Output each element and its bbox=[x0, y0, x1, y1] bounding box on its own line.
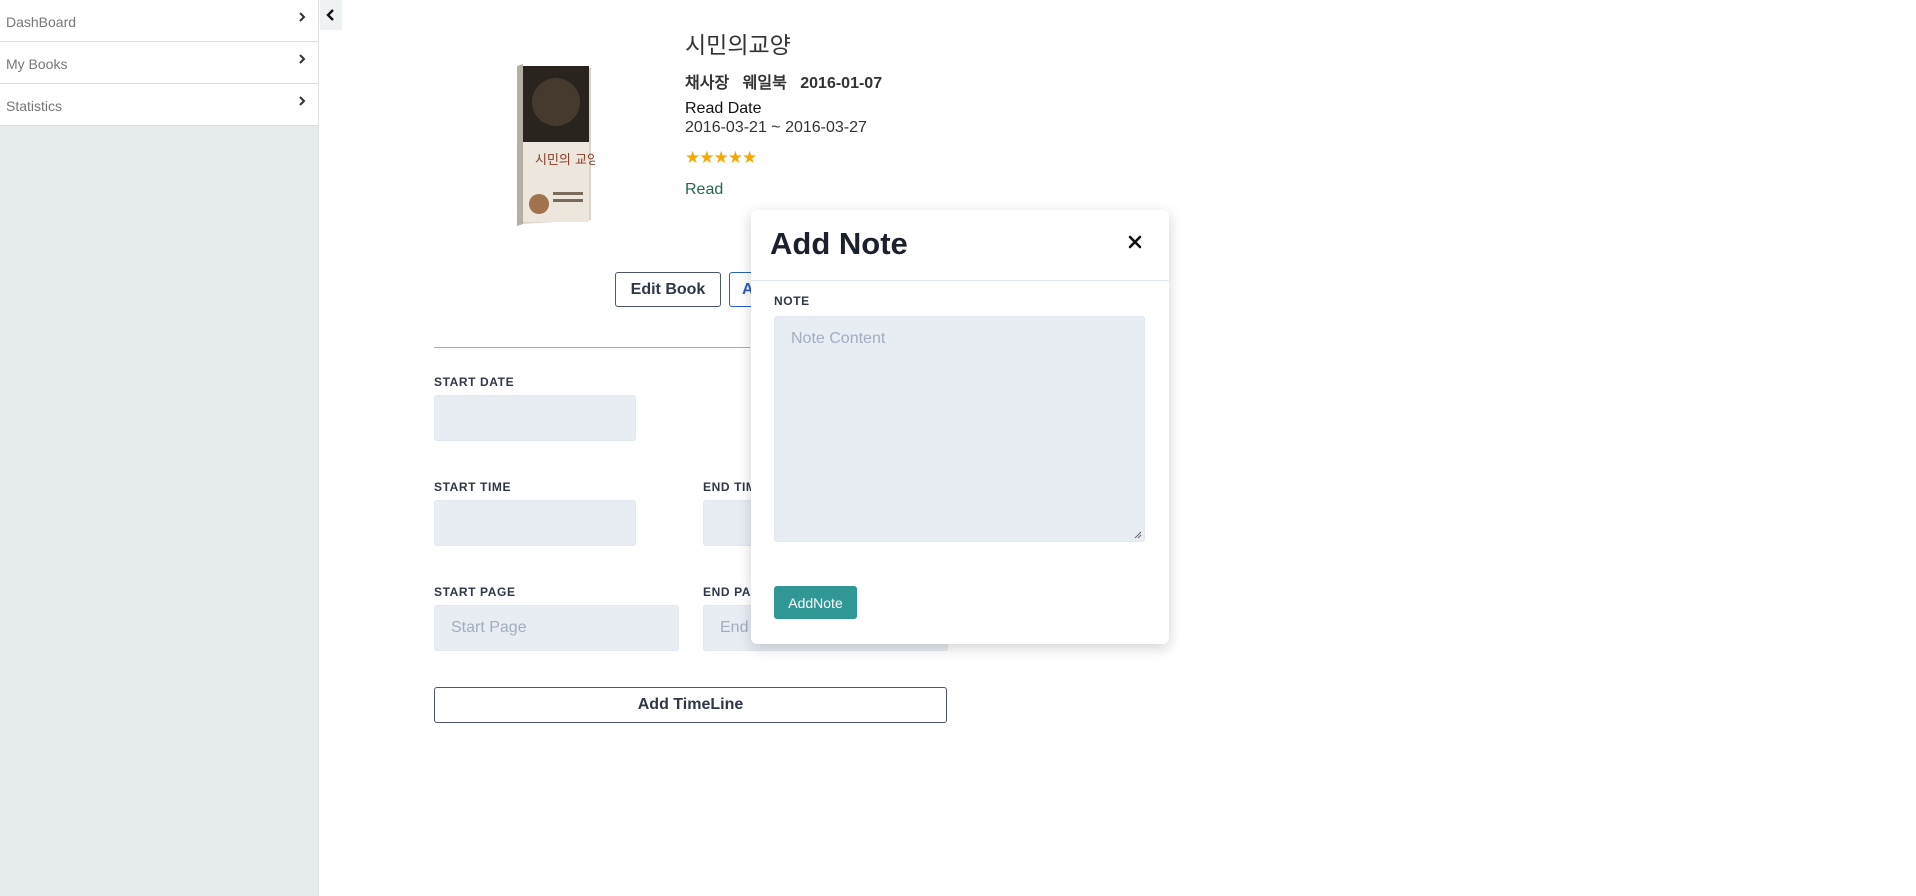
start-page-input[interactable]: Start Page bbox=[434, 605, 679, 651]
end-page-label: END PA bbox=[703, 585, 752, 599]
modal-divider bbox=[751, 280, 1169, 281]
add-timeline-button[interactable]: Add TimeLine bbox=[434, 687, 947, 723]
sidebar-item-label: DashBoard bbox=[6, 14, 77, 30]
start-time-label: START TIME bbox=[434, 480, 512, 494]
chevron-right-icon bbox=[299, 96, 306, 106]
end-time-label: END TIM bbox=[703, 480, 757, 494]
chevron-left-icon bbox=[326, 9, 334, 21]
modal-title: Add Note bbox=[770, 226, 908, 261]
start-page-label: START PAGE bbox=[434, 585, 516, 599]
cover-title-text: 시민의 교양 bbox=[535, 153, 595, 168]
sidebar-item-my-books[interactable]: My Books bbox=[0, 42, 318, 84]
sidebar-item-label: My Books bbox=[6, 56, 68, 72]
start-time-input[interactable] bbox=[434, 500, 636, 546]
book-publisher: 웨일북 bbox=[742, 75, 787, 92]
sidebar-collapse-button[interactable] bbox=[320, 0, 342, 30]
book-author: 채사장 bbox=[685, 75, 730, 92]
sidebar-item-dashboard[interactable]: DashBoard bbox=[0, 0, 318, 42]
sidebar-item-statistics[interactable]: Statistics bbox=[0, 84, 318, 126]
book-meta: 채사장 웨일북 2016-01-07 bbox=[685, 69, 891, 93]
sidebar-item-label: Statistics bbox=[6, 98, 63, 114]
edit-book-button[interactable]: Edit Book bbox=[615, 272, 721, 307]
end-page-placeholder: End bbox=[720, 619, 749, 636]
resize-handle-icon[interactable] bbox=[1134, 531, 1142, 539]
sidebar: DashBoard My Books Statistics bbox=[0, 0, 319, 896]
chevron-right-icon bbox=[299, 54, 306, 64]
chevron-right-icon bbox=[299, 12, 306, 22]
start-page-placeholder: Start Page bbox=[451, 619, 527, 636]
end-time-input[interactable] bbox=[703, 500, 753, 546]
read-date-range: 2016-03-21 ~ 2016-03-27 bbox=[685, 119, 867, 136]
divider bbox=[434, 347, 750, 348]
close-icon[interactable] bbox=[1127, 234, 1143, 250]
read-status: Read bbox=[685, 181, 724, 198]
start-date-input[interactable] bbox=[434, 395, 636, 441]
add-note-modal: Add Note NOTE Note Content AddNote bbox=[751, 210, 1169, 644]
read-date-label: Read Date bbox=[685, 100, 762, 117]
note-label: NOTE bbox=[774, 294, 810, 308]
book-published-date: 2016-01-07 bbox=[800, 75, 883, 92]
add-note-submit-button[interactable]: AddNote bbox=[774, 586, 857, 619]
start-date-label: START DATE bbox=[434, 375, 515, 389]
rating-stars: ★★★★★ bbox=[685, 148, 757, 167]
book-cover-image: 시민의 교양 bbox=[517, 64, 595, 226]
note-content-textarea[interactable]: Note Content bbox=[774, 316, 1145, 542]
note-placeholder: Note Content bbox=[791, 330, 886, 347]
book-title: 시민의교양 bbox=[685, 32, 791, 58]
